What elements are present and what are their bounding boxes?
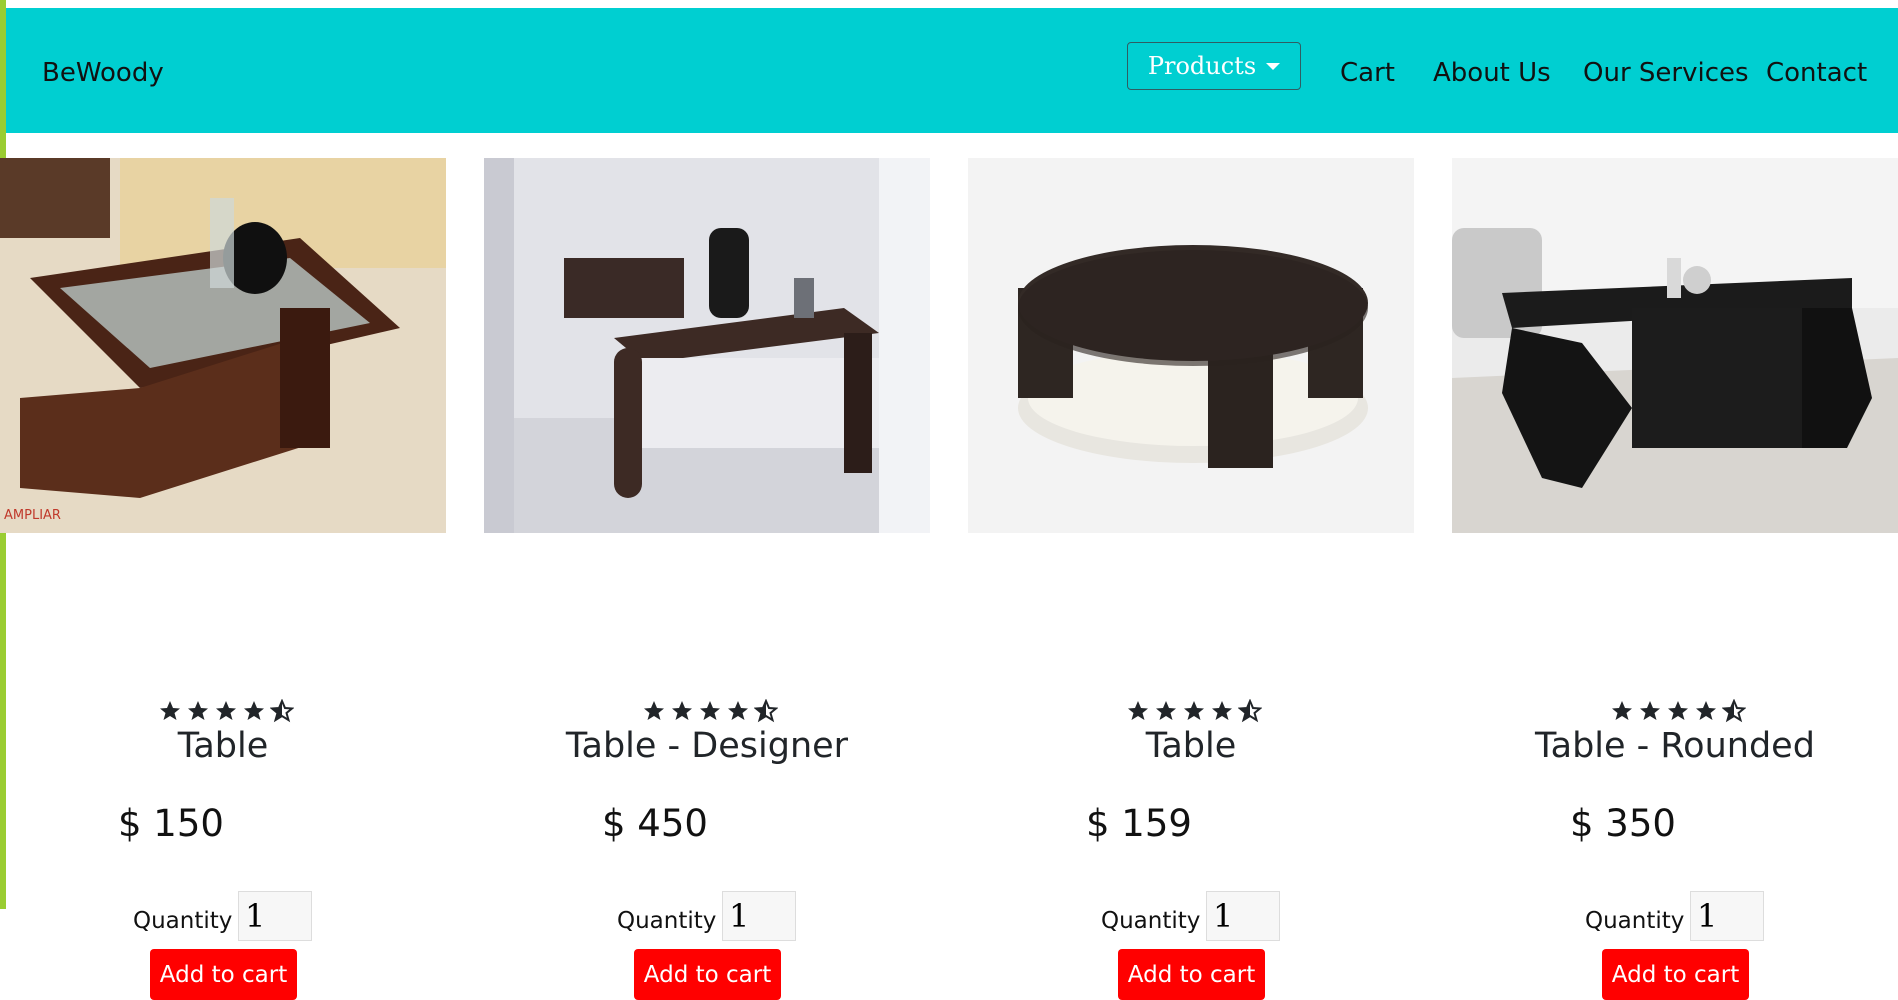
product-image[interactable] xyxy=(484,158,930,533)
star-icon xyxy=(1128,701,1148,720)
quantity-input[interactable] xyxy=(1690,891,1764,941)
half-star-icon xyxy=(1238,699,1262,723)
product-image[interactable] xyxy=(968,158,1414,533)
products-dropdown-button[interactable]: Products xyxy=(1127,42,1301,90)
star-icon xyxy=(244,701,264,720)
star-icon xyxy=(160,701,180,720)
nav-link-about[interactable]: About Us xyxy=(1433,58,1551,88)
star-icon xyxy=(1212,701,1232,720)
quantity-input[interactable] xyxy=(1206,891,1280,941)
star-icon xyxy=(700,701,720,720)
rating-stars xyxy=(1126,699,1262,723)
caret-down-icon xyxy=(1266,62,1281,70)
star-icon xyxy=(1640,701,1660,720)
add-to-cart-button[interactable]: Add to cart xyxy=(1602,949,1749,1000)
products-dropdown-label: Products xyxy=(1147,52,1257,80)
star-icon xyxy=(644,701,664,720)
product-title[interactable]: Table - Designer xyxy=(484,726,930,766)
nav-link-services[interactable]: Our Services xyxy=(1583,58,1749,88)
quantity-label: Quantity xyxy=(1585,908,1685,934)
product-price: $ 450 xyxy=(602,802,708,845)
brand-logo[interactable]: BeWoody xyxy=(42,58,164,88)
product-price: $ 159 xyxy=(1086,802,1192,845)
product-title[interactable]: Table xyxy=(968,726,1414,766)
product-card: Table $ 159 Quantity Add to cart xyxy=(968,158,1414,1000)
half-star-icon xyxy=(270,699,294,723)
nav-link-contact[interactable]: Contact xyxy=(1766,58,1867,88)
half-star-icon xyxy=(754,699,778,723)
product-price: $ 350 xyxy=(1570,802,1676,845)
star-icon xyxy=(672,701,692,720)
product-price: $ 150 xyxy=(118,802,224,845)
product-title[interactable]: Table - Rounded xyxy=(1452,726,1898,766)
star-icon xyxy=(1184,701,1204,720)
product-image[interactable] xyxy=(1452,158,1898,533)
star-icon xyxy=(1156,701,1176,720)
rating-stars xyxy=(642,699,778,723)
add-to-cart-button[interactable]: Add to cart xyxy=(1118,949,1265,1000)
nav-link-cart[interactable]: Cart xyxy=(1340,58,1395,88)
star-icon xyxy=(1668,701,1688,720)
rating-stars xyxy=(1610,699,1746,723)
quantity-label: Quantity xyxy=(617,908,717,934)
star-icon xyxy=(728,701,748,720)
product-card: Table - Designer $ 450 Quantity Add to c… xyxy=(484,158,930,1000)
star-icon xyxy=(188,701,208,720)
product-title[interactable]: Table xyxy=(0,726,446,766)
star-icon xyxy=(1696,701,1716,720)
half-star-icon xyxy=(1722,699,1746,723)
product-card: Table - Rounded $ 350 Quantity Add to ca… xyxy=(1452,158,1898,1000)
product-card: AMPLIAR Table $ 150 Quantity Add to cart xyxy=(0,158,446,1000)
quantity-label: Quantity xyxy=(133,908,233,934)
navbar: BeWoody Products Cart About Us Our Servi… xyxy=(6,8,1898,133)
star-icon xyxy=(216,701,236,720)
image-caption: AMPLIAR xyxy=(4,508,61,523)
rating-stars xyxy=(158,699,294,723)
add-to-cart-button[interactable]: Add to cart xyxy=(150,949,297,1000)
add-to-cart-button[interactable]: Add to cart xyxy=(634,949,781,1000)
product-image[interactable]: AMPLIAR xyxy=(0,158,446,533)
star-icon xyxy=(1612,701,1632,720)
quantity-label: Quantity xyxy=(1101,908,1201,934)
quantity-input[interactable] xyxy=(238,891,312,941)
quantity-input[interactable] xyxy=(722,891,796,941)
